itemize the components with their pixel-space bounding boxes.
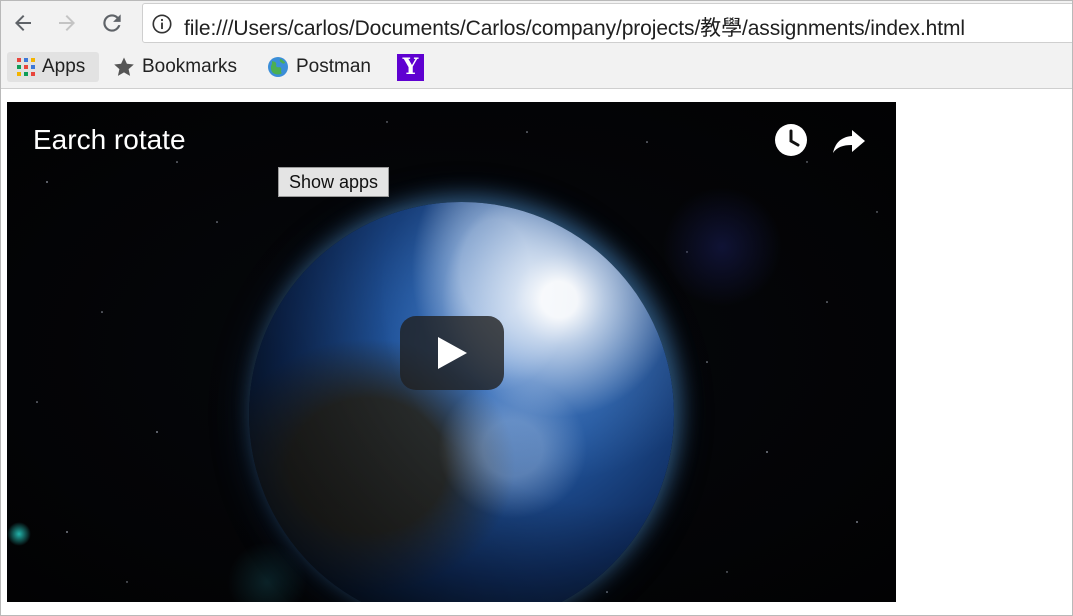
star-icon bbox=[114, 57, 134, 76]
bookmark-label: Apps bbox=[42, 56, 86, 77]
bookmark-label: Postman bbox=[296, 56, 371, 77]
lens-flare bbox=[7, 522, 31, 546]
back-arrow-icon bbox=[15, 15, 31, 31]
tooltip: Show apps bbox=[278, 167, 390, 197]
bookmark-yahoo[interactable]: Y bbox=[397, 52, 424, 82]
back-button[interactable] bbox=[8, 8, 38, 38]
reload-icon bbox=[103, 14, 121, 32]
address-bar[interactable]: file:///Users/carlos/Documents/Carlos/co… bbox=[142, 3, 1072, 43]
url-text[interactable]: file:///Users/carlos/Documents/Carlos/co… bbox=[184, 12, 965, 42]
bookmark-bookmarks[interactable]: Bookmarks bbox=[112, 52, 237, 82]
forward-arrow-icon bbox=[59, 15, 75, 31]
bookmark-label: Bookmarks bbox=[142, 56, 238, 77]
watch-later-icon[interactable] bbox=[774, 123, 808, 157]
bookmarks-bar: Apps Bookmarks Postman Y bbox=[1, 47, 1072, 89]
apps-grid-icon bbox=[17, 58, 35, 76]
browser-window: file:///Users/carlos/Documents/Carlos/co… bbox=[0, 0, 1073, 616]
play-icon bbox=[438, 337, 467, 369]
globe-icon bbox=[268, 57, 288, 77]
browser-toolbar: file:///Users/carlos/Documents/Carlos/co… bbox=[1, 1, 1072, 47]
earth-shadow bbox=[249, 202, 674, 602]
reload-button[interactable] bbox=[97, 8, 127, 38]
video-title[interactable]: Earch rotate bbox=[33, 124, 186, 156]
info-icon[interactable] bbox=[151, 13, 173, 35]
play-button[interactable] bbox=[400, 316, 504, 390]
bookmark-apps[interactable]: Apps bbox=[7, 52, 99, 82]
share-icon[interactable] bbox=[831, 124, 867, 158]
video-player[interactable]: Earch rotate Show apps bbox=[7, 102, 896, 602]
yahoo-icon: Y bbox=[397, 53, 424, 81]
nebula-glow bbox=[662, 187, 782, 307]
bookmark-postman[interactable]: Postman bbox=[266, 52, 371, 82]
forward-button[interactable] bbox=[52, 8, 82, 38]
